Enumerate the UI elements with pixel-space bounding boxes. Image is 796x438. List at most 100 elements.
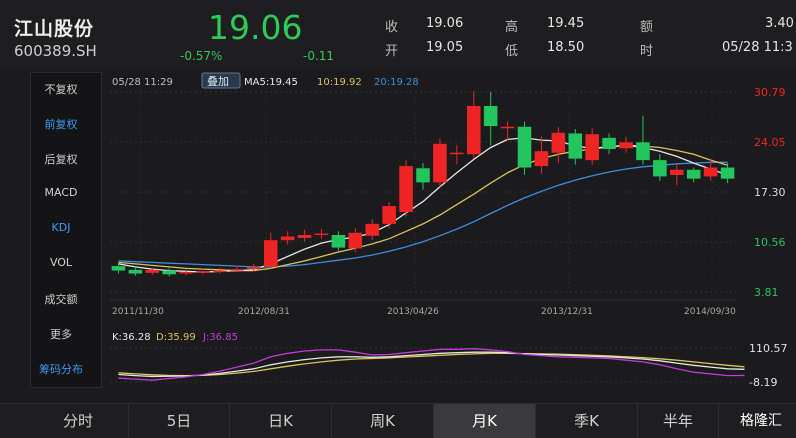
candle-body xyxy=(365,223,380,236)
sidebar-item-vol[interactable]: VOL xyxy=(31,256,91,269)
stock-code: 600389.SH xyxy=(14,42,97,60)
kdj-d-label: D:35.99 xyxy=(156,332,196,343)
date-tick-label: 2014/09/30 xyxy=(684,307,736,317)
current-price: 19.06 xyxy=(208,8,303,47)
candle-body xyxy=(602,137,616,150)
candle-body xyxy=(534,151,549,167)
period-tabs: 分时 5日 日K 周K 月K 季K 半年 xyxy=(0,403,796,438)
date-tick-label: 2013/04/26 xyxy=(387,307,439,317)
tab-monthly-k[interactable]: 月K xyxy=(434,404,536,438)
kdj-lines xyxy=(118,348,745,381)
candle-body xyxy=(263,240,278,267)
kdj-axis: 110.57 -8.19 xyxy=(749,342,788,389)
candle-body xyxy=(280,236,295,241)
candle-body xyxy=(517,126,532,168)
candle-body xyxy=(416,168,430,183)
tab-intraday[interactable]: 分时 xyxy=(28,404,129,438)
kline-chart-area[interactable]: 05/28 11:29 叠加 MA5:19.45 10:19.92 20:19.… xyxy=(104,72,796,389)
candle-body xyxy=(128,269,143,274)
candle-body xyxy=(314,233,329,236)
overlay-button-label[interactable]: 叠加 xyxy=(207,75,229,88)
kdj-tick-label: -8.19 xyxy=(749,376,777,386)
tab-quarterly-k[interactable]: 季K xyxy=(536,404,638,438)
ma20-label: 20:19.28 xyxy=(374,77,419,88)
ma10-label: 10:19.92 xyxy=(317,77,362,88)
candle-body xyxy=(230,269,244,271)
candle-body xyxy=(483,106,498,127)
candle-body xyxy=(331,234,346,248)
high-value: 19.45 xyxy=(547,16,585,31)
candle-body xyxy=(348,232,363,249)
price-tick-label: 24.05 xyxy=(754,136,786,149)
kdj-tick-label: 110.57 xyxy=(749,342,788,355)
candle-body xyxy=(551,132,566,153)
sidebar-item-no-adjust[interactable]: 不复权 xyxy=(31,81,91,97)
candle-body xyxy=(213,270,227,273)
candle-body xyxy=(703,167,718,177)
sidebar-item-kdj[interactable]: KDJ xyxy=(31,221,91,234)
sidebar-item-backward-adjust[interactable]: 后复权 xyxy=(31,151,91,167)
candle-body xyxy=(686,169,701,179)
candle-body xyxy=(179,272,193,274)
candle-body xyxy=(670,169,684,175)
amount-value: 3.40 xyxy=(765,16,794,31)
price-tick-label: 10.56 xyxy=(754,236,786,249)
high-label: 高 xyxy=(505,20,519,35)
close-value: 19.06 xyxy=(426,16,464,31)
indicator-sidebar: 不复权 前复权 后复权 MACD KDJ VOL 成交额 更多 筹码分布 xyxy=(30,72,102,388)
tab-daily-k[interactable]: 日K xyxy=(230,404,332,438)
candle-body xyxy=(382,206,396,224)
sidebar-item-forward-adjust[interactable]: 前复权 xyxy=(31,116,91,132)
candle-body xyxy=(585,134,599,161)
date-tick-label: 2012/08/31 xyxy=(238,307,290,317)
tab-weekly-k[interactable]: 周K xyxy=(332,404,434,438)
date-tick-label: 2011/11/30 xyxy=(112,307,164,317)
watermark-logo: 格隆汇 xyxy=(734,406,788,434)
candle-body xyxy=(399,166,413,213)
tab-5day[interactable]: 5日 xyxy=(129,404,230,438)
candle-body xyxy=(247,266,261,270)
stock-name: 江山股份 xyxy=(14,18,95,40)
candle-body xyxy=(653,160,667,177)
open-value: 19.05 xyxy=(426,40,464,55)
price-tick-label: 17.30 xyxy=(754,186,786,199)
sidebar-item-macd[interactable]: MACD xyxy=(31,186,91,199)
change-value: -0.11 xyxy=(303,49,335,63)
candle-body xyxy=(619,142,633,149)
price-tick-label: 30.79 xyxy=(754,86,786,99)
kline-chart[interactable]: 05/28 11:29 叠加 MA5:19.45 10:19.92 20:19.… xyxy=(104,72,796,389)
ma5-line xyxy=(118,137,728,273)
open-label: 开 xyxy=(385,44,399,59)
candle-body xyxy=(162,270,176,275)
candle-body xyxy=(636,142,650,161)
low-label: 低 xyxy=(505,44,519,59)
candle-body xyxy=(297,234,312,238)
ma5-label: MA5:19.45 xyxy=(244,77,298,88)
stock-header xyxy=(0,0,796,70)
sidebar-item-more[interactable]: 更多 xyxy=(31,326,91,342)
sidebar-item-turnover[interactable]: 成交额 xyxy=(31,291,91,307)
low-value: 18.50 xyxy=(547,40,585,55)
chart-timestamp: 05/28 11:29 xyxy=(112,77,173,88)
kdj-k-label: K:36.28 xyxy=(112,332,151,343)
candle-body xyxy=(500,126,515,129)
candle-body xyxy=(196,271,210,273)
moving-average-lines xyxy=(118,137,728,273)
close-label: 收 xyxy=(385,20,399,35)
time-label: 时 xyxy=(640,44,654,59)
candle-body xyxy=(111,266,126,271)
change-percent: -0.57% xyxy=(180,49,223,63)
kdj-j-label: J:36.85 xyxy=(202,332,238,343)
candle-body xyxy=(720,167,735,179)
candle-body xyxy=(433,143,447,183)
candle-body xyxy=(568,133,583,159)
candlesticks xyxy=(111,91,735,277)
time-value: 05/28 11:3 xyxy=(722,40,793,55)
price-tick-label: 3.81 xyxy=(754,286,779,299)
date-axis: 2011/11/30 2012/08/31 2013/04/26 2013/12/31… xyxy=(112,307,736,317)
tab-half-year[interactable]: 半年 xyxy=(638,404,719,438)
price-axis: 30.79 24.05 17.30 10.56 3.81 xyxy=(754,86,786,299)
sidebar-item-chip-distribution[interactable]: 筹码分布 xyxy=(31,361,91,377)
amount-label: 额 xyxy=(640,20,654,35)
candle-body xyxy=(466,106,481,155)
